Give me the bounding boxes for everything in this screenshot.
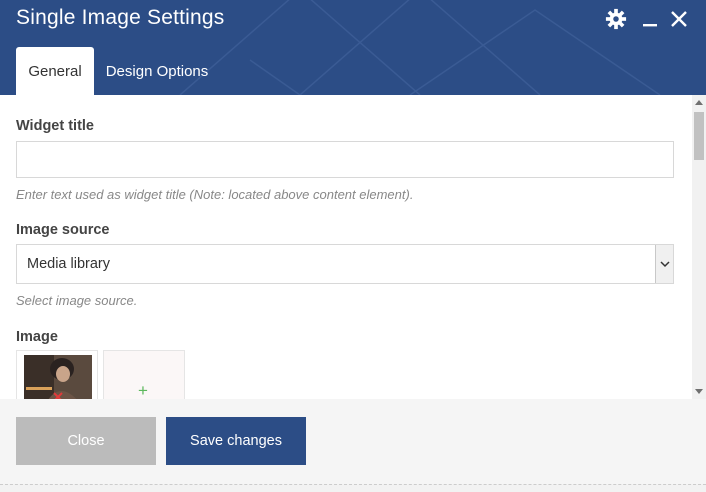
add-image-button[interactable]: + [103, 350, 185, 399]
widget-title-input[interactable] [16, 141, 674, 178]
gear-icon[interactable] [604, 8, 628, 30]
close-button[interactable]: Close [16, 417, 156, 465]
widget-title-help: Enter text used as widget title (Note: l… [16, 187, 414, 202]
tab-general[interactable]: General [16, 47, 94, 95]
settings-content: Widget title Enter text used as widget t… [0, 95, 692, 399]
modal-title: Single Image Settings [16, 6, 225, 29]
image-source-value: Media library [27, 256, 110, 272]
scroll-up-icon[interactable] [692, 95, 706, 109]
widget-title-label: Widget title [16, 118, 95, 134]
modal-footer: Close Save changes [0, 399, 706, 492]
image-label: Image [16, 329, 58, 345]
save-changes-button[interactable]: Save changes [166, 417, 306, 465]
image-source-select[interactable]: Media library [16, 244, 674, 284]
scroll-down-icon[interactable] [692, 385, 706, 399]
image-source-help: Select image source. [16, 293, 138, 308]
minimize-icon[interactable] [638, 8, 662, 30]
add-icon: + [138, 381, 148, 399]
chevron-down-icon[interactable] [655, 245, 673, 283]
close-icon[interactable] [667, 8, 691, 30]
thumbnail-image [24, 355, 92, 399]
tab-design-options[interactable]: Design Options [96, 47, 218, 95]
footer-divider [0, 484, 706, 492]
modal-header: Single Image Settings General Design Opt… [0, 0, 706, 95]
scrollbar-thumb[interactable] [694, 112, 704, 160]
image-settings-modal: Single Image Settings General Design Opt… [0, 0, 706, 492]
image-thumbnail[interactable] [16, 350, 98, 399]
scrollbar[interactable] [692, 95, 706, 399]
image-source-label: Image source [16, 222, 110, 238]
